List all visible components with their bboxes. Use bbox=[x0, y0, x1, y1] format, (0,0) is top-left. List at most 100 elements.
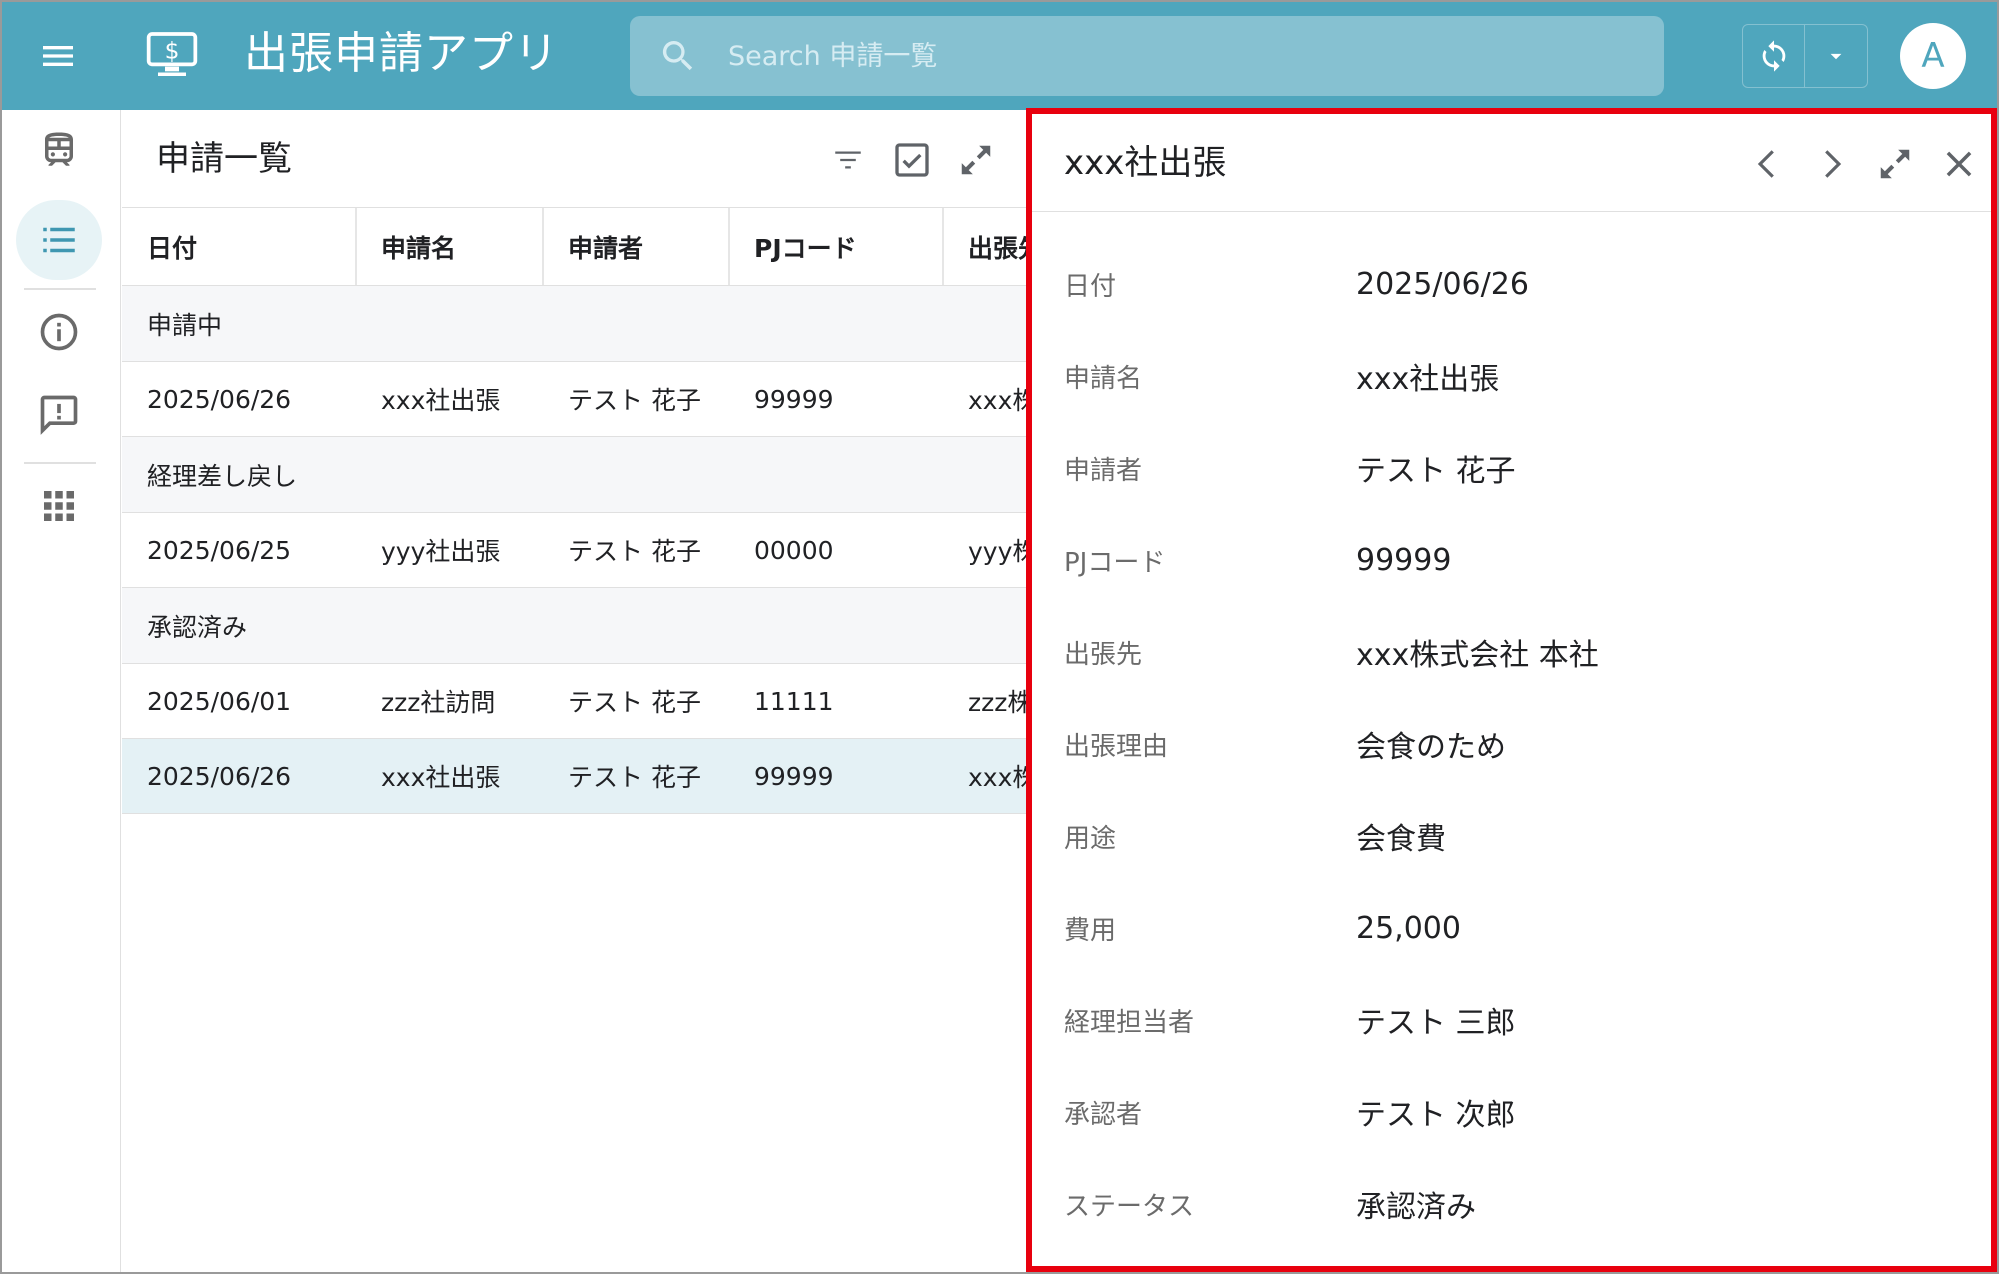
field-label: 出張理由 bbox=[1064, 731, 1169, 762]
cell-pj-code: 11111 bbox=[754, 686, 834, 716]
menu-button[interactable] bbox=[30, 28, 86, 84]
table-row[interactable]: 2025/06/25 yyy社出張 テスト 花子 00000 yyy株式会社 bbox=[122, 513, 1026, 588]
next-record-button[interactable] bbox=[1805, 138, 1857, 190]
cell-pj-code: 99999 bbox=[754, 384, 834, 414]
column-header-date[interactable]: 日付 bbox=[147, 208, 197, 285]
filter-button[interactable] bbox=[824, 136, 872, 184]
field-value: xxx社出張 bbox=[1356, 362, 1500, 397]
detail-title: xxx社出張 bbox=[1064, 143, 1227, 183]
rail-item-feedback[interactable] bbox=[16, 374, 102, 454]
field-value: テスト 三郎 bbox=[1356, 1006, 1516, 1041]
close-icon bbox=[1946, 151, 1972, 177]
cell-pj-code: 00000 bbox=[754, 535, 834, 565]
close-detail-button[interactable] bbox=[1933, 138, 1985, 190]
app-logo-icon: $ bbox=[144, 27, 200, 83]
column-header-pj-code[interactable]: PJコード bbox=[754, 208, 857, 285]
field-value: 25,000 bbox=[1356, 910, 1461, 946]
cell-date: 2025/06/26 bbox=[147, 761, 292, 791]
expand-icon bbox=[961, 145, 991, 175]
detail-field: ステータス 承認済み bbox=[1032, 1174, 1991, 1234]
detail-field: 経理担当者 テスト 三郎 bbox=[1032, 990, 1991, 1050]
cell-pj-code: 99999 bbox=[754, 761, 834, 791]
detail-field: 承認者 テスト 次郎 bbox=[1032, 1082, 1991, 1142]
column-divider bbox=[355, 208, 357, 285]
column-divider bbox=[728, 208, 730, 285]
svg-text:$: $ bbox=[165, 37, 180, 65]
filter-icon bbox=[835, 151, 861, 169]
list-panel: 申請一覧 日付 申請名 申請者 PJコード 出張先 申請中 2025/06/26 bbox=[122, 110, 1026, 1272]
select-button[interactable] bbox=[888, 136, 936, 184]
cell-destination: xxx株式会社 本社 bbox=[968, 386, 1026, 415]
cell-applicant: テスト 花子 bbox=[568, 763, 701, 792]
field-value: テスト 次郎 bbox=[1356, 1098, 1516, 1133]
app-title: 出張申請アプリ bbox=[244, 28, 559, 79]
cell-name: xxx社出張 bbox=[381, 763, 501, 792]
chevron-left-icon bbox=[1757, 150, 1774, 178]
search-input[interactable] bbox=[728, 16, 1628, 96]
sync-button[interactable] bbox=[1743, 25, 1805, 87]
cell-destination: xxx株式会社 本社 bbox=[968, 763, 1026, 792]
column-header-destination[interactable]: 出張先 bbox=[968, 208, 1026, 285]
cell-applicant: テスト 花子 bbox=[568, 688, 701, 717]
group-header[interactable]: 経理差し戻し bbox=[122, 437, 1026, 513]
field-label: 出張先 bbox=[1064, 639, 1143, 670]
user-avatar[interactable]: A bbox=[1900, 23, 1966, 89]
field-label: PJコード bbox=[1064, 547, 1166, 578]
search-box[interactable] bbox=[630, 16, 1664, 96]
cell-name: yyy社出張 bbox=[381, 537, 501, 566]
cell-date: 2025/06/01 bbox=[147, 686, 292, 716]
group-label: 承認済み bbox=[147, 612, 248, 642]
list-icon bbox=[43, 227, 75, 253]
group-header[interactable]: 承認済み bbox=[122, 588, 1026, 664]
nav-rail bbox=[2, 110, 121, 1272]
cell-applicant: テスト 花子 bbox=[568, 537, 701, 566]
field-value: テスト 花子 bbox=[1356, 454, 1516, 489]
sync-dropdown-button[interactable] bbox=[1805, 25, 1867, 87]
field-label: 用途 bbox=[1064, 823, 1117, 854]
rail-divider bbox=[24, 288, 96, 290]
field-label: 経理担当者 bbox=[1064, 1007, 1195, 1038]
rail-item-travel[interactable] bbox=[16, 110, 102, 190]
app-bar: $ 出張申請アプリ A bbox=[2, 2, 1997, 110]
previous-record-button[interactable] bbox=[1742, 138, 1794, 190]
rail-item-info[interactable] bbox=[16, 292, 102, 372]
detail-field: 費用 25,000 bbox=[1032, 898, 1991, 958]
expand-icon bbox=[1880, 149, 1910, 179]
detail-field: 出張先 xxx株式会社 本社 bbox=[1032, 622, 1991, 682]
field-label: 日付 bbox=[1064, 271, 1117, 302]
info-icon bbox=[40, 313, 78, 351]
menu-icon bbox=[43, 46, 73, 66]
table-row-selected[interactable]: 2025/06/26 xxx社出張 テスト 花子 99999 xxx株式会社 本… bbox=[122, 739, 1026, 814]
column-divider bbox=[942, 208, 944, 285]
column-header-applicant[interactable]: 申請者 bbox=[568, 208, 643, 285]
list-header: 申請一覧 bbox=[122, 110, 1026, 208]
cell-applicant: テスト 花子 bbox=[568, 386, 701, 415]
sync-icon bbox=[1762, 40, 1785, 72]
detail-field: 申請名 xxx社出張 bbox=[1032, 346, 1991, 406]
cell-destination: zzz株式会社 bbox=[968, 688, 1026, 717]
field-value: 2025/06/26 bbox=[1356, 266, 1529, 302]
cell-name: xxx社出張 bbox=[381, 386, 501, 415]
table-row[interactable]: 2025/06/26 xxx社出張 テスト 花子 99999 xxx株式会社 本… bbox=[122, 362, 1026, 437]
detail-header: xxx社出張 bbox=[1032, 114, 1991, 212]
cell-destination: yyy株式会社 bbox=[968, 537, 1026, 566]
rail-item-apps[interactable] bbox=[16, 466, 102, 546]
field-label: ステータス bbox=[1064, 1191, 1195, 1222]
field-value: xxx株式会社 本社 bbox=[1356, 638, 1599, 673]
group-header[interactable]: 申請中 bbox=[122, 286, 1026, 362]
list-title: 申請一覧 bbox=[156, 139, 292, 179]
sync-control bbox=[1742, 24, 1868, 88]
expand-detail-button[interactable] bbox=[1869, 138, 1921, 190]
field-label: 申請名 bbox=[1064, 363, 1143, 394]
rail-item-list[interactable] bbox=[16, 200, 102, 280]
detail-panel: xxx社出張 日付 2025/06/26 申請名 xxx社出張 申請者 テスト … bbox=[1026, 108, 1997, 1272]
field-value: 承認済み bbox=[1356, 1190, 1476, 1225]
table-row[interactable]: 2025/06/01 zzz社訪問 テスト 花子 11111 zzz株式会社 bbox=[122, 664, 1026, 739]
expand-button[interactable] bbox=[952, 136, 1000, 184]
group-label: 経理差し戻し bbox=[147, 461, 298, 491]
field-label: 費用 bbox=[1064, 915, 1117, 946]
column-header-name[interactable]: 申請名 bbox=[381, 208, 456, 285]
feedback-icon bbox=[40, 395, 78, 435]
request-table: 日付 申請名 申請者 PJコード 出張先 申請中 2025/06/26 xxx社… bbox=[122, 208, 1026, 814]
column-divider bbox=[542, 208, 544, 285]
